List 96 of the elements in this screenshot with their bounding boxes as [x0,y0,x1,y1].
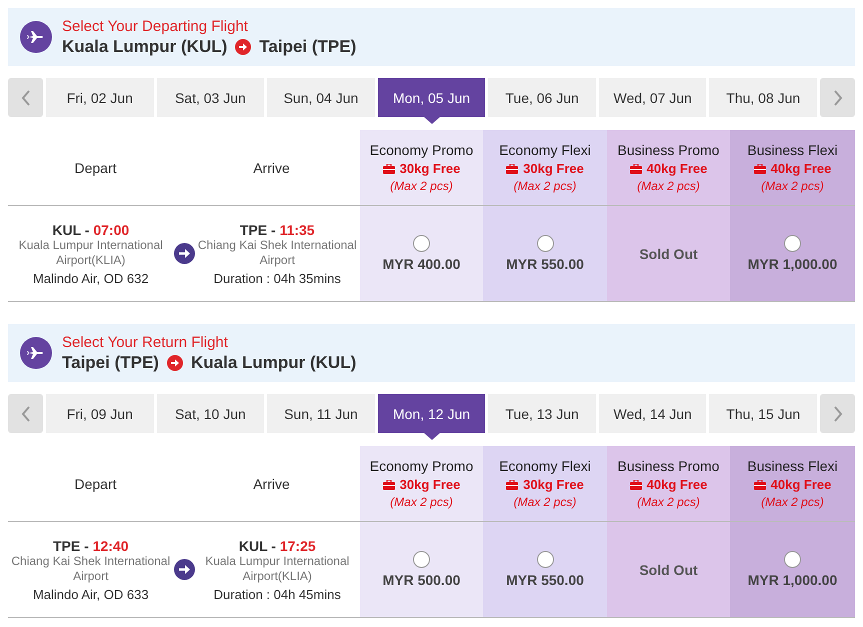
chevron-right-icon [832,404,844,422]
luggage-icon [382,164,395,174]
luggage-icon [630,164,642,174]
fare-name: Economy Flexi [499,142,591,158]
fare-radio[interactable] [536,551,554,568]
fare-price: MYR 400.00 [382,256,460,272]
origin-city: Kuala Lumpur (KUL) [62,36,228,56]
flight-number: Malindo Air, OD 632 [32,270,149,286]
arrival-time: TPE - 11:35 [240,222,315,238]
airplane-icon [20,337,52,369]
date-tab[interactable]: Mon, 12 Jun [378,394,486,433]
luggage-icon [754,164,766,174]
airport-name: Kuala Lumpur International Airport(KLIA) [204,554,350,584]
baggage-allowance: 40kg Free [770,161,832,176]
luggage-icon [506,164,518,174]
next-dates-button[interactable] [820,394,856,433]
baggage-limit: (Max 2 pcs) [390,495,453,509]
fare-name: Economy Promo [370,142,474,158]
baggage-allowance: 30kg Free [523,477,584,492]
date-tab[interactable]: Tue, 06 Jun [488,78,596,117]
luggage-icon [382,480,395,490]
chevron-left-icon [20,404,32,422]
sold-out-label: Sold Out [639,246,698,262]
baggage-allowance: 40kg Free [646,477,708,492]
fare-radio[interactable] [784,551,801,568]
date-tab[interactable]: Fri, 09 Jun [46,394,154,433]
date-tab[interactable]: Sun, 04 Jun [267,78,375,117]
previous-dates-button[interactable] [8,78,43,117]
date-tab[interactable]: Tue, 13 Jun [488,394,596,433]
arrival-time: KUL - 17:25 [238,538,316,554]
fare-name: Business Flexi [747,142,838,158]
fare-price: MYR 550.00 [506,256,584,272]
arrow-right-icon [166,354,183,370]
fare-radio[interactable] [784,235,801,252]
sold-out-label: Sold Out [639,562,698,578]
arrow-right-icon [174,559,194,580]
baggage-allowance: 30kg Free [400,477,460,492]
flight-duration: Duration : 04h 35mins [214,270,341,286]
departure-time: KUL - 07:00 [52,222,130,238]
baggage-allowance: 40kg Free [646,161,708,176]
baggage-limit: (Max 2 pcs) [761,495,824,509]
baggage-limit: (Max 2 pcs) [637,179,700,193]
column-header: Arrive [253,476,290,492]
baggage-limit: (Max 2 pcs) [390,179,453,193]
fare-name: Economy Flexi [499,458,591,474]
date-tab[interactable]: Thu, 15 Jun [709,394,818,433]
section-title: Select Your Departing Flight [62,18,249,34]
date-tab[interactable]: Thu, 08 Jun [709,78,818,117]
airport-name: Kuala Lumpur International Airport(KLIA) [18,238,164,268]
airport-name: Chiang Kai Shek International Airport [196,238,358,268]
column-header: Depart [74,476,117,492]
fare-radio[interactable] [413,551,430,568]
flight-number: Malindo Air, OD 633 [32,586,149,602]
fare-radio[interactable] [536,235,554,252]
chevron-left-icon [20,88,32,106]
luggage-icon [506,480,518,490]
baggage-allowance: 30kg Free [400,161,460,176]
flight-duration: Duration : 04h 45mins [214,586,341,602]
date-tab[interactable]: Sun, 11 Jun [267,394,375,433]
fare-price: MYR 1,000.00 [748,572,838,588]
arrow-right-icon [174,243,194,264]
departure-time: TPE - 12:40 [53,538,128,554]
luggage-icon [630,480,642,490]
baggage-limit: (Max 2 pcs) [637,495,700,509]
fare-name: Business Promo [618,458,720,474]
previous-dates-button[interactable] [8,394,43,433]
date-tab[interactable]: Mon, 05 Jun [378,78,486,117]
section-title: Select Your Return Flight [62,334,229,350]
fare-price: MYR 500.00 [382,572,460,588]
fare-radio[interactable] [413,235,430,252]
luggage-icon [754,480,766,490]
arrow-right-icon [235,38,252,54]
destination-city: Kuala Lumpur (KUL) [190,352,356,372]
date-tab[interactable]: Sat, 03 Jun [156,78,264,117]
date-tab[interactable]: Fri, 02 Jun [46,78,154,117]
baggage-limit: (Max 2 pcs) [514,495,576,509]
fare-name: Business Promo [618,142,720,158]
baggage-allowance: 30kg Free [523,161,584,176]
date-tab[interactable]: Wed, 07 Jun [598,78,706,117]
column-header: Arrive [253,160,290,176]
airport-name: Chiang Kai Shek International Airport [10,554,172,584]
airplane-icon [20,21,52,53]
baggage-allowance: 40kg Free [770,477,832,492]
date-tab[interactable]: Wed, 14 Jun [598,394,706,433]
fare-price: MYR 550.00 [506,572,584,588]
next-dates-button[interactable] [820,78,856,117]
column-header: Depart [74,160,117,176]
destination-city: Taipei (TPE) [259,36,356,56]
fare-price: MYR 1,000.00 [748,256,838,272]
baggage-limit: (Max 2 pcs) [514,179,576,193]
fare-name: Economy Promo [370,458,474,474]
fare-name: Business Flexi [747,458,838,474]
chevron-right-icon [832,88,844,106]
baggage-limit: (Max 2 pcs) [761,179,824,193]
origin-city: Taipei (TPE) [62,352,159,372]
date-tab[interactable]: Sat, 10 Jun [156,394,264,433]
